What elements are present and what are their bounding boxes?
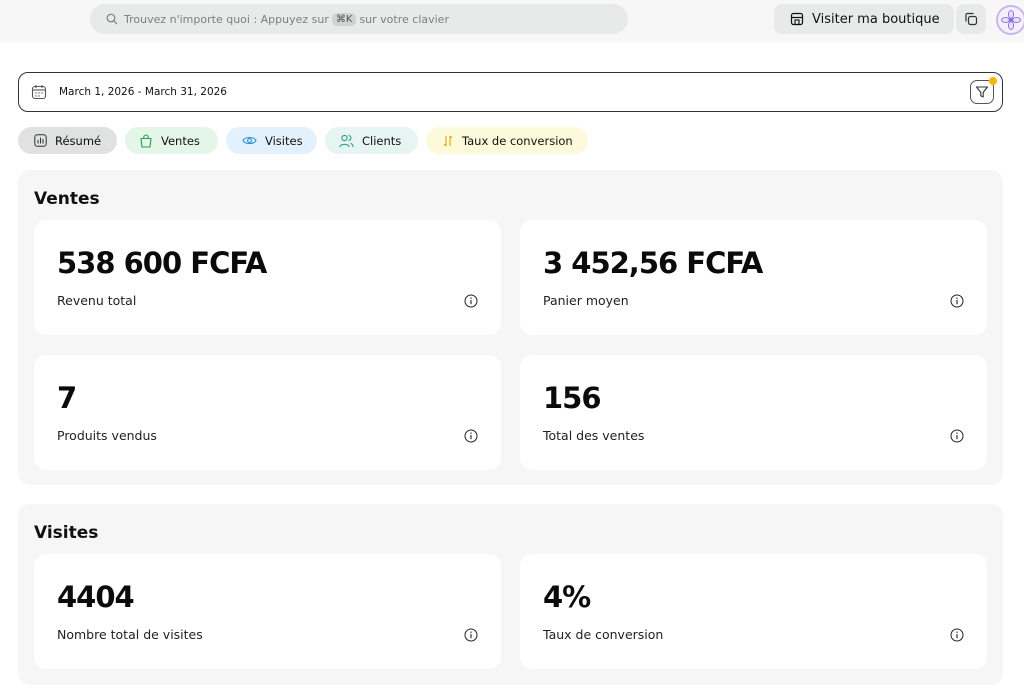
kpi-value: 7 — [57, 381, 77, 415]
section-title: Ventes — [34, 189, 100, 209]
kpi-card-taux-conversion: 4% Taux de conversion — [520, 554, 987, 669]
kpi-card-total-ventes: 156 Total des ventes — [520, 355, 987, 470]
tab-taux-label: Taux de conversion — [462, 133, 573, 148]
visit-store-label: Visiter ma boutique — [812, 11, 940, 27]
tab-resume[interactable]: Résumé — [18, 127, 117, 154]
tab-resume-label: Résumé — [55, 133, 102, 148]
report-tabs: Résumé Ventes Visites Clients Taux de co… — [18, 127, 588, 154]
copy-link-button[interactable] — [956, 4, 986, 34]
info-icon[interactable] — [950, 628, 964, 642]
kpi-label: Nombre total de visites — [57, 627, 203, 642]
info-icon[interactable] — [464, 628, 478, 642]
kpi-card-revenu-total: 538 600 FCFA Revenu total — [34, 220, 501, 335]
copy-icon — [965, 12, 978, 26]
users-icon — [339, 134, 354, 147]
tab-clients-label: Clients — [362, 133, 402, 148]
tab-clients[interactable]: Clients — [325, 127, 418, 154]
date-range-picker[interactable]: March 1, 2026 - March 31, 2026 — [18, 72, 1003, 112]
kpi-label: Revenu total — [57, 293, 137, 308]
filter-button[interactable] — [970, 77, 997, 104]
kpi-label: Taux de conversion — [543, 627, 664, 642]
kpi-value: 4% — [543, 580, 591, 614]
visites-section: Visites 4404 Nombre total de visites 4% … — [18, 504, 1003, 685]
tab-visites-label: Visites — [265, 133, 303, 148]
info-icon[interactable] — [950, 294, 964, 308]
kpi-card-produits-vendus: 7 Produits vendus — [34, 355, 501, 470]
calendar-icon — [31, 85, 47, 100]
tab-taux-conversion[interactable]: Taux de conversion — [426, 127, 588, 154]
flower-avatar-icon — [1001, 10, 1021, 30]
info-icon[interactable] — [464, 294, 478, 308]
info-icon[interactable] — [950, 429, 964, 443]
shopping-bag-icon — [140, 133, 152, 148]
kpi-value: 156 — [543, 381, 602, 415]
kpi-card-panier-moyen: 3 452,56 FCFA Panier moyen — [520, 220, 987, 335]
search-input[interactable]: Trouvez n'importe quoi : Appuyez sur ⌘K … — [90, 4, 628, 34]
kpi-value: 3 452,56 FCFA — [543, 246, 763, 280]
kpi-label: Panier moyen — [543, 293, 629, 308]
section-title: Visites — [34, 523, 99, 543]
search-icon — [106, 13, 118, 25]
date-range-value: March 1, 2026 - March 31, 2026 — [59, 86, 227, 98]
search-shortcut-badge: ⌘K — [331, 12, 357, 26]
store-icon — [790, 12, 804, 26]
visit-store-button[interactable]: Visiter ma boutique — [774, 4, 954, 34]
filter-icon — [975, 86, 989, 98]
kpi-label: Produits vendus — [57, 428, 157, 443]
kpi-value: 4404 — [57, 580, 135, 614]
top-bar: Trouvez n'importe quoi : Appuyez sur ⌘K … — [0, 0, 1024, 42]
user-avatar[interactable] — [996, 5, 1024, 35]
kpi-value: 538 600 FCFA — [57, 246, 267, 280]
sort-arrows-icon — [443, 135, 453, 146]
bar-chart-icon — [34, 134, 47, 147]
tab-visites[interactable]: Visites — [226, 127, 317, 154]
info-icon[interactable] — [464, 429, 478, 443]
filter-active-dot — [989, 77, 997, 85]
tab-ventes[interactable]: Ventes — [125, 127, 218, 154]
eye-icon — [242, 136, 257, 145]
kpi-label: Total des ventes — [543, 428, 645, 443]
search-placeholder-post: sur votre clavier — [359, 12, 449, 26]
tab-ventes-label: Ventes — [161, 133, 200, 148]
kpi-card-total-visites: 4404 Nombre total de visites — [34, 554, 501, 669]
search-placeholder-pre: Trouvez n'importe quoi : Appuyez sur — [124, 12, 329, 26]
ventes-section: Ventes 538 600 FCFA Revenu total 3 452,5… — [18, 170, 1003, 485]
